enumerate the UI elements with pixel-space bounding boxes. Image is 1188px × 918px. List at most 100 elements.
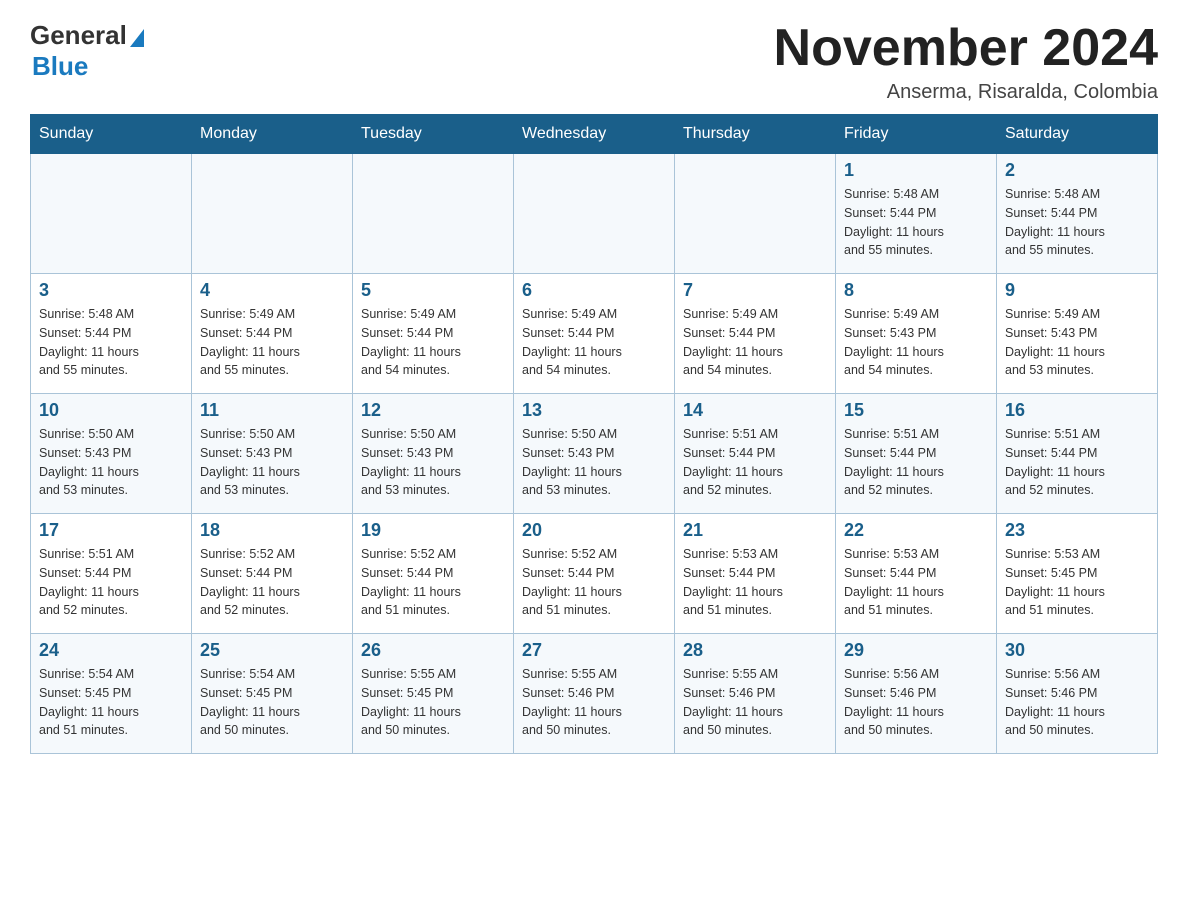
day-info: Sunrise: 5:55 AMSunset: 5:46 PMDaylight:…	[683, 665, 827, 740]
calendar-cell: 29 Sunrise: 5:56 AMSunset: 5:46 PMDayligh…	[836, 634, 997, 754]
calendar-cell: 17 Sunrise: 5:51 AMSunset: 5:44 PMDayligh…	[31, 514, 192, 634]
calendar-cell: 8Sunrise: 5:49 AMSunset: 5:43 PMDaylight…	[836, 274, 997, 394]
col-header-tuesday: Tuesday	[353, 115, 514, 154]
day-info: Sunrise: 5:49 AMSunset: 5:44 PMDaylight:…	[200, 305, 344, 380]
logo-general-text: General	[30, 20, 127, 51]
day-info: Sunrise: 5:51 AMSunset: 5:44 PMDaylight:…	[683, 425, 827, 500]
calendar-table: SundayMondayTuesdayWednesdayThursdayFrid…	[30, 114, 1158, 754]
calendar-cell: 2 Sunrise: 5:48 AMSunset: 5:44 PMDaylight…	[997, 154, 1158, 274]
day-info: Sunrise: 5:54 AMSunset: 5:45 PMDaylight:…	[39, 665, 183, 740]
day-number: 30	[1005, 640, 1149, 661]
day-number: 28	[683, 640, 827, 661]
calendar-header-row: SundayMondayTuesdayWednesdayThursdayFrid…	[31, 115, 1158, 154]
calendar-cell: 19 Sunrise: 5:52 AMSunset: 5:44 PMDayligh…	[353, 514, 514, 634]
day-info: Sunrise: 5:49 AMSunset: 5:44 PMDaylight:…	[522, 305, 666, 380]
day-info: Sunrise: 5:53 AMSunset: 5:44 PMDaylight:…	[844, 545, 988, 620]
calendar-cell: 24 Sunrise: 5:54 AMSunset: 5:45 PMDayligh…	[31, 634, 192, 754]
calendar-cell: 25 Sunrise: 5:54 AMSunset: 5:45 PMDayligh…	[192, 634, 353, 754]
day-number: 20	[522, 520, 666, 541]
day-number: 7	[683, 280, 827, 301]
day-number: 15	[844, 400, 988, 421]
day-info: Sunrise: 5:49 AMSunset: 5:43 PMDaylight:…	[844, 305, 988, 380]
calendar-week-row: 3 Sunrise: 5:48 AMSunset: 5:44 PMDaylight…	[31, 274, 1158, 394]
day-info: Sunrise: 5:55 AMSunset: 5:45 PMDaylight:…	[361, 665, 505, 740]
day-info: Sunrise: 5:51 AMSunset: 5:44 PMDaylight:…	[844, 425, 988, 500]
day-info: Sunrise: 5:52 AMSunset: 5:44 PMDaylight:…	[200, 545, 344, 620]
calendar-cell: 11 Sunrise: 5:50 AMSunset: 5:43 PMDayligh…	[192, 394, 353, 514]
calendar-cell	[31, 154, 192, 274]
calendar-cell: 21Sunrise: 5:53 AMSunset: 5:44 PMDayligh…	[675, 514, 836, 634]
calendar-cell: 6Sunrise: 5:49 AMSunset: 5:44 PMDaylight…	[514, 274, 675, 394]
col-header-wednesday: Wednesday	[514, 115, 675, 154]
calendar-week-row: 10 Sunrise: 5:50 AMSunset: 5:43 PMDayligh…	[31, 394, 1158, 514]
calendar-cell: 22 Sunrise: 5:53 AMSunset: 5:44 PMDayligh…	[836, 514, 997, 634]
day-info: Sunrise: 5:50 AMSunset: 5:43 PMDaylight:…	[522, 425, 666, 500]
calendar-cell: 3 Sunrise: 5:48 AMSunset: 5:44 PMDaylight…	[31, 274, 192, 394]
day-number: 5	[361, 280, 505, 301]
calendar-cell: 1Sunrise: 5:48 AMSunset: 5:44 PMDaylight…	[836, 154, 997, 274]
logo-blue-text: Blue	[32, 51, 88, 82]
calendar-cell: 27Sunrise: 5:55 AMSunset: 5:46 PMDayligh…	[514, 634, 675, 754]
day-info: Sunrise: 5:50 AMSunset: 5:43 PMDaylight:…	[361, 425, 505, 500]
logo-triangle-icon	[130, 29, 144, 47]
day-info: Sunrise: 5:53 AMSunset: 5:44 PMDaylight:…	[683, 545, 827, 620]
calendar-cell	[353, 154, 514, 274]
day-number: 29	[844, 640, 988, 661]
calendar-cell: 18 Sunrise: 5:52 AMSunset: 5:44 PMDayligh…	[192, 514, 353, 634]
day-info: Sunrise: 5:48 AMSunset: 5:44 PMDaylight:…	[39, 305, 183, 380]
col-header-friday: Friday	[836, 115, 997, 154]
col-header-thursday: Thursday	[675, 115, 836, 154]
calendar-cell: 15 Sunrise: 5:51 AMSunset: 5:44 PMDayligh…	[836, 394, 997, 514]
day-number: 13	[522, 400, 666, 421]
day-number: 2	[1005, 160, 1149, 181]
day-number: 18	[200, 520, 344, 541]
col-header-sunday: Sunday	[31, 115, 192, 154]
calendar-cell: 20 Sunrise: 5:52 AMSunset: 5:44 PMDayligh…	[514, 514, 675, 634]
calendar-cell: 26Sunrise: 5:55 AMSunset: 5:45 PMDayligh…	[353, 634, 514, 754]
day-info: Sunrise: 5:56 AMSunset: 5:46 PMDaylight:…	[1005, 665, 1149, 740]
day-info: Sunrise: 5:50 AMSunset: 5:43 PMDaylight:…	[39, 425, 183, 500]
day-number: 14	[683, 400, 827, 421]
calendar-cell	[514, 154, 675, 274]
calendar-week-row: 24 Sunrise: 5:54 AMSunset: 5:45 PMDayligh…	[31, 634, 1158, 754]
day-number: 22	[844, 520, 988, 541]
day-info: Sunrise: 5:56 AMSunset: 5:46 PMDaylight:…	[844, 665, 988, 740]
day-info: Sunrise: 5:51 AMSunset: 5:44 PMDaylight:…	[1005, 425, 1149, 500]
calendar-cell: 28 Sunrise: 5:55 AMSunset: 5:46 PMDayligh…	[675, 634, 836, 754]
day-info: Sunrise: 5:54 AMSunset: 5:45 PMDaylight:…	[200, 665, 344, 740]
title-section: November 2024 Anserma, Risaralda, Colomb…	[774, 20, 1158, 104]
calendar-cell: 30 Sunrise: 5:56 AMSunset: 5:46 PMDayligh…	[997, 634, 1158, 754]
calendar-cell: 9Sunrise: 5:49 AMSunset: 5:43 PMDaylight…	[997, 274, 1158, 394]
day-number: 16	[1005, 400, 1149, 421]
day-number: 10	[39, 400, 183, 421]
day-number: 25	[200, 640, 344, 661]
col-header-saturday: Saturday	[997, 115, 1158, 154]
calendar-week-row: 17 Sunrise: 5:51 AMSunset: 5:44 PMDayligh…	[31, 514, 1158, 634]
logo: General Blue	[30, 20, 144, 82]
day-info: Sunrise: 5:52 AMSunset: 5:44 PMDaylight:…	[522, 545, 666, 620]
day-info: Sunrise: 5:49 AMSunset: 5:44 PMDaylight:…	[361, 305, 505, 380]
day-number: 3	[39, 280, 183, 301]
day-number: 17	[39, 520, 183, 541]
location-subtitle: Anserma, Risaralda, Colombia	[774, 81, 1158, 104]
day-number: 24	[39, 640, 183, 661]
day-number: 11	[200, 400, 344, 421]
day-info: Sunrise: 5:51 AMSunset: 5:44 PMDaylight:…	[39, 545, 183, 620]
calendar-cell: 7Sunrise: 5:49 AMSunset: 5:44 PMDaylight…	[675, 274, 836, 394]
day-info: Sunrise: 5:49 AMSunset: 5:43 PMDaylight:…	[1005, 305, 1149, 380]
calendar-cell: 12Sunrise: 5:50 AMSunset: 5:43 PMDayligh…	[353, 394, 514, 514]
calendar-cell: 10 Sunrise: 5:50 AMSunset: 5:43 PMDayligh…	[31, 394, 192, 514]
calendar-week-row: 1Sunrise: 5:48 AMSunset: 5:44 PMDaylight…	[31, 154, 1158, 274]
calendar-cell: 14 Sunrise: 5:51 AMSunset: 5:44 PMDayligh…	[675, 394, 836, 514]
day-number: 19	[361, 520, 505, 541]
day-info: Sunrise: 5:48 AMSunset: 5:44 PMDaylight:…	[1005, 185, 1149, 260]
day-info: Sunrise: 5:50 AMSunset: 5:43 PMDaylight:…	[200, 425, 344, 500]
day-info: Sunrise: 5:53 AMSunset: 5:45 PMDaylight:…	[1005, 545, 1149, 620]
calendar-cell: 5 Sunrise: 5:49 AMSunset: 5:44 PMDaylight…	[353, 274, 514, 394]
calendar-cell: 23Sunrise: 5:53 AMSunset: 5:45 PMDayligh…	[997, 514, 1158, 634]
day-number: 4	[200, 280, 344, 301]
month-year-title: November 2024	[774, 20, 1158, 77]
calendar-cell: 13 Sunrise: 5:50 AMSunset: 5:43 PMDayligh…	[514, 394, 675, 514]
day-number: 27	[522, 640, 666, 661]
day-info: Sunrise: 5:52 AMSunset: 5:44 PMDaylight:…	[361, 545, 505, 620]
